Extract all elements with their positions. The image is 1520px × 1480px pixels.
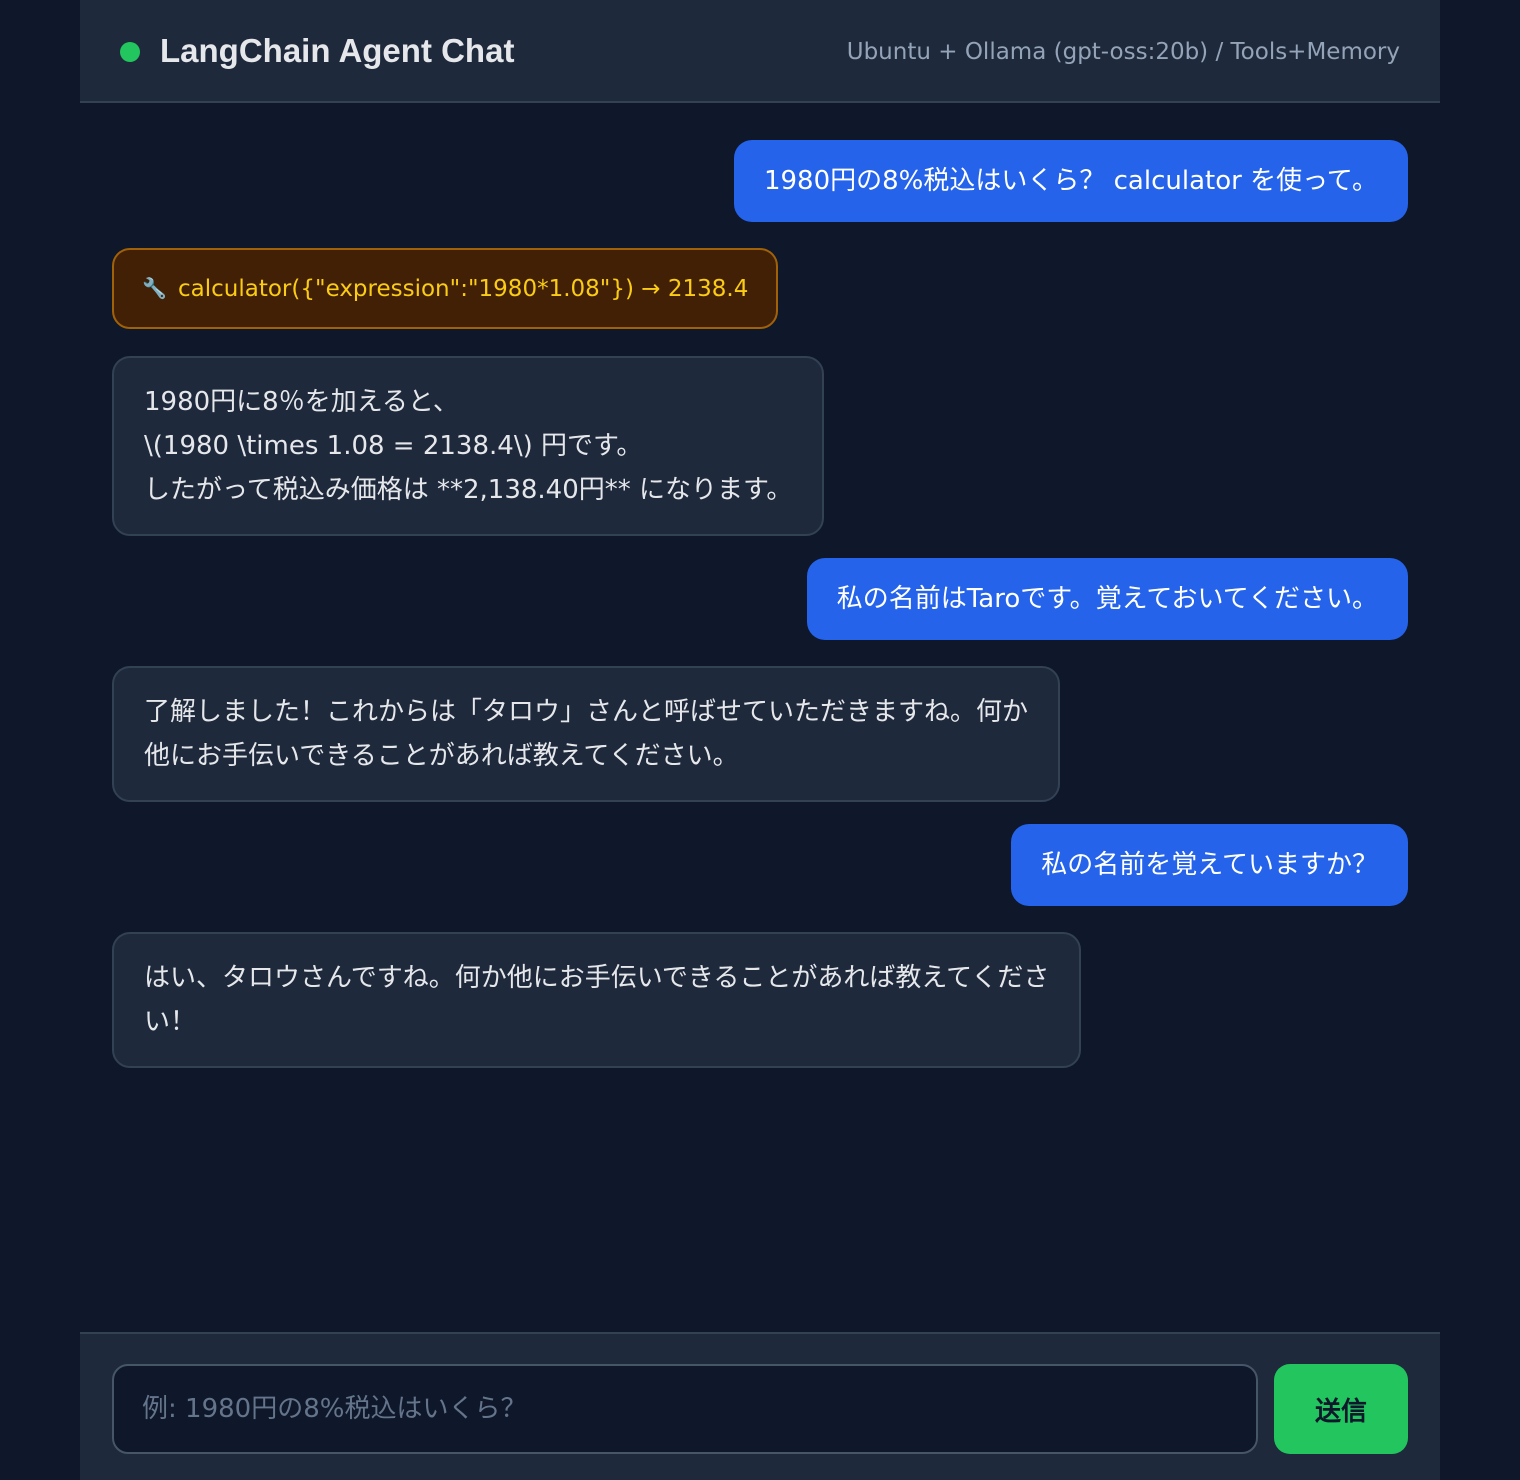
- message-text: 私の名前はTaroです。覚えておいてください。: [836, 584, 1378, 614]
- message-line: \(1980 \times 1.08 = 2138.4\) 円です。: [144, 431, 643, 461]
- user-message: 私の名前を覚えていますか？: [1011, 824, 1408, 906]
- tool-call-message: 🔧 calculator({"expression":"1980*1.08"}) …: [112, 248, 779, 329]
- composer: 送信: [80, 1332, 1440, 1480]
- tool-call-text: calculator({"expression":"1980*1.08"}) →…: [178, 276, 749, 302]
- assistant-message: はい、タロウさんですね。何か他にお手伝いできることがあれば教えてくださ い！: [112, 932, 1082, 1068]
- wrench-icon: 🔧: [142, 276, 167, 300]
- assistant-message: 了解しました！これからは「タロウ」さんと呼ばせていただきますね。何か 他にお手伝…: [112, 666, 1061, 802]
- message-text: 1980円の8%税込はいくら？ calculator を使って。: [763, 166, 1378, 196]
- assistant-message: 1980円に8％を加えると、 \(1980 \times 1.08 = 2138…: [112, 356, 825, 536]
- chat-app: LangChain Agent Chat Ubuntu + Ollama (gp…: [80, 0, 1440, 1480]
- message-line: 他にお手伝いできることがあれば教えてください。: [144, 741, 739, 771]
- user-message: 私の名前はTaroです。覚えておいてください。: [806, 558, 1408, 640]
- message-line: 1980円に8％を加えると、: [144, 387, 459, 417]
- message-text: 私の名前を覚えていますか？: [1041, 850, 1378, 880]
- status-indicator: [120, 42, 140, 62]
- model-info: Ubuntu + Ollama (gpt-oss:20b) / Tools+Me…: [846, 39, 1400, 65]
- message-line: 了解しました！これからは「タロウ」さんと呼ばせていただきますね。何か: [144, 697, 1029, 727]
- message-line: したがって税込み価格は **2,138.40円** になります。: [144, 475, 793, 505]
- user-message: 1980円の8%税込はいくら？ calculator を使って。: [733, 140, 1408, 222]
- message-line: はい、タロウさんですね。何か他にお手伝いできることがあれば教えてくださ: [144, 963, 1050, 993]
- chat-header: LangChain Agent Chat Ubuntu + Ollama (gp…: [80, 0, 1440, 103]
- message-list[interactable]: 1980円の8%税込はいくら？ calculator を使って。 🔧 calcul…: [80, 104, 1440, 1332]
- message-line: い！: [144, 1007, 197, 1037]
- send-button[interactable]: 送信: [1274, 1364, 1408, 1454]
- app-title: LangChain Agent Chat: [160, 32, 515, 69]
- message-input[interactable]: [112, 1364, 1258, 1454]
